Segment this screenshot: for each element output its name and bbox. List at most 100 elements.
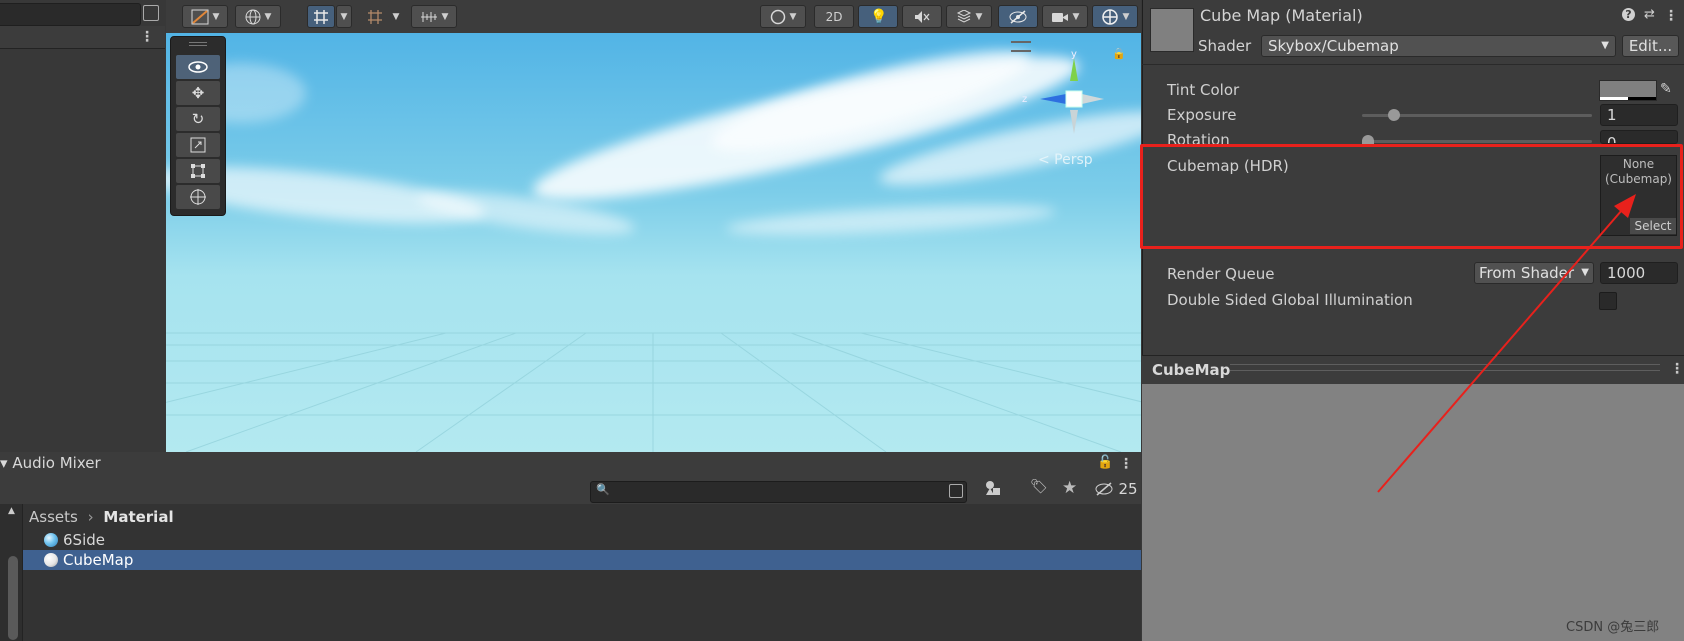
palette-handle[interactable] <box>189 42 207 46</box>
orientation-gizmo[interactable]: y z <box>1018 48 1130 160</box>
material-icon <box>44 533 58 547</box>
eyedropper-icon[interactable]: ✎ <box>1660 81 1672 97</box>
visibility-icon <box>1009 9 1027 24</box>
shading-mode-icon <box>191 9 209 24</box>
list-item-label: CubeMap <box>63 551 134 569</box>
rotation-label: Rotation <box>1167 131 1230 144</box>
audio-mixer-tab-label: Audio Mixer <box>12 454 101 472</box>
increment-snap-button[interactable] <box>361 5 389 28</box>
hierarchy-search-input[interactable] <box>0 3 141 26</box>
gizmo-y-axis <box>1070 58 1078 81</box>
tint-color-label: Tint Color <box>1167 81 1240 99</box>
scene-view[interactable]: 🔒 <box>166 33 1141 452</box>
divider <box>1142 64 1684 65</box>
grid-snap-dropdown[interactable]: ▼ <box>336 5 352 28</box>
light-toggle-button[interactable]: 💡 <box>858 5 898 28</box>
light-icon: 💡 <box>870 8 888 25</box>
exposure-label: Exposure <box>1167 106 1237 124</box>
annotation-arrow <box>1377 194 1636 493</box>
render-sphere-icon <box>770 9 785 24</box>
breadcrumb: Assets › Material <box>29 505 174 529</box>
increment-snap-dropdown[interactable]: ▼ <box>388 5 404 28</box>
exposure-input[interactable]: 1 <box>1600 104 1678 126</box>
audio-mixer-tab[interactable]: ▾ Audio Mixer <box>0 454 101 472</box>
material-thumbnail <box>1150 8 1194 52</box>
gizmo-z-axis <box>1040 94 1066 104</box>
shader-dropdown[interactable]: Skybox/Cubemap ▼ <box>1261 35 1616 57</box>
transform-icon <box>190 189 206 205</box>
persp-label[interactable]: < Persp <box>1038 152 1093 168</box>
transform-tool-button[interactable] <box>176 185 220 209</box>
rotation-input[interactable]: 0 <box>1600 130 1678 144</box>
move-icon: ✥ <box>191 84 205 102</box>
gizmo-negx-axis <box>1082 94 1104 104</box>
rect-tool-button[interactable] <box>176 159 220 183</box>
breadcrumb-material[interactable]: Material <box>103 508 173 526</box>
gizmo-icon <box>1101 8 1118 25</box>
scroll-up-icon[interactable]: ▲ <box>8 506 15 516</box>
project-toolbar: 🏷 ★ 25 <box>0 477 1141 505</box>
fx-icon <box>956 9 971 23</box>
material-title: Cube Map (Material) <box>1200 6 1363 25</box>
label-tag-icon[interactable]: 🏷 <box>1030 479 1048 495</box>
search-icon: 🔍 <box>596 483 610 496</box>
material-icon <box>44 553 58 567</box>
toggle-2d-button[interactable]: 2D <box>814 5 854 28</box>
render-queue-label: Render Queue <box>1167 265 1275 283</box>
tint-color-swatch[interactable] <box>1599 80 1657 101</box>
camera-icon <box>1051 12 1068 22</box>
kebab-icon[interactable]: ⋮ <box>140 30 154 44</box>
audio-mixer-tab-bar: ▾ Audio Mixer 🔓 ⋮ <box>0 452 1141 478</box>
expand-icon[interactable] <box>143 5 159 21</box>
expand-icon[interactable] <box>949 484 963 498</box>
ruler-dropdown[interactable]: ▼ <box>411 5 457 28</box>
kebab-icon[interactable]: ⋮ <box>1670 362 1684 376</box>
grid-snap-button[interactable] <box>307 5 335 28</box>
scale-icon <box>190 137 206 153</box>
rotate-tool-button[interactable]: ↻ <box>176 107 220 131</box>
rect-tool-icon <box>191 164 205 178</box>
ruler-icon <box>420 11 437 22</box>
list-item-label: 6Side <box>63 531 105 549</box>
scroll-thumb[interactable] <box>8 556 18 640</box>
hidden-packages-toggle[interactable]: 25 <box>1094 480 1138 498</box>
gizmos-dropdown[interactable]: ▼ <box>1092 5 1138 28</box>
kebab-icon[interactable]: ⋮ <box>1664 9 1678 23</box>
globe-dropdown[interactable]: ▼ <box>235 5 281 28</box>
ground-grid <box>166 332 1141 452</box>
scene-toolbar: ▼ ▼ ▼ ▼ ▼ ▼ 2D 💡 ▼ ▼ ▼ <box>166 0 1141 34</box>
star-icon[interactable]: ★ <box>1062 478 1077 498</box>
scene-visibility-button[interactable] <box>998 5 1038 28</box>
fx-dropdown[interactable]: ▼ <box>946 5 992 28</box>
rotation-slider-thumb[interactable] <box>1362 135 1374 144</box>
chevron-right-icon: › <box>87 508 94 526</box>
rotation-slider-track[interactable] <box>1362 140 1592 143</box>
edit-shader-button[interactable]: Edit... <box>1622 35 1679 57</box>
audio-toggle-button[interactable] <box>902 5 942 28</box>
view-tool-button[interactable] <box>176 55 220 79</box>
draw-mode-dropdown[interactable]: ▼ <box>182 5 228 28</box>
move-tool-button[interactable]: ✥ <box>176 81 220 105</box>
toggle-2d-label: 2D <box>825 9 843 24</box>
kebab-icon[interactable]: ⋮ <box>1119 457 1133 471</box>
audio-mute-icon <box>915 10 930 23</box>
chevron-down-icon: ▼ <box>1601 40 1609 51</box>
tool-palette: ✥ ↻ <box>170 36 226 216</box>
globe-icon <box>245 9 261 24</box>
hidden-count: 25 <box>1118 480 1138 498</box>
list-item[interactable]: CubeMap <box>23 550 1141 570</box>
breadcrumb-assets[interactable]: Assets <box>29 508 78 526</box>
filter-type-icon[interactable] <box>985 480 1001 500</box>
list-item[interactable]: 6Side <box>23 530 1141 550</box>
lock-icon[interactable]: 🔓 <box>1097 455 1113 470</box>
rotate-icon: ↻ <box>191 110 205 128</box>
project-scrollbar[interactable]: ▲ <box>0 504 23 641</box>
scale-tool-button[interactable] <box>176 133 220 157</box>
increment-snap-icon <box>368 9 382 24</box>
settings-icon[interactable]: ⇄ <box>1644 7 1655 22</box>
render-mode-dropdown[interactable]: ▼ <box>760 5 806 28</box>
camera-dropdown[interactable]: ▼ <box>1042 5 1088 28</box>
help-icon[interactable]: ? <box>1622 8 1635 21</box>
eye-icon <box>188 61 208 73</box>
project-search-input[interactable]: 🔍 <box>590 481 967 503</box>
